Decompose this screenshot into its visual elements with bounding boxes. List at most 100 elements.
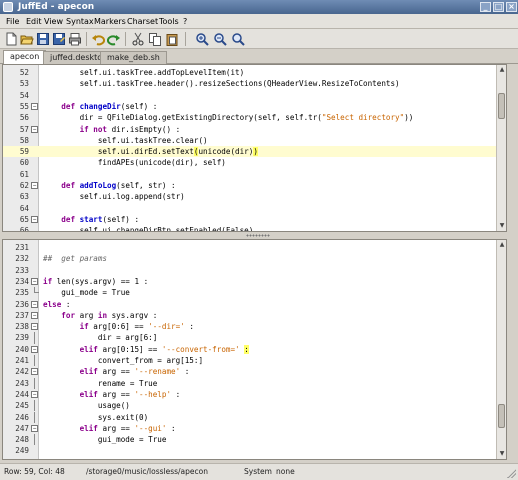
vertical-scrollbar[interactable]: ▲ ▼ [496, 240, 506, 459]
scroll-thumb[interactable] [498, 93, 505, 119]
fold-toggle-icon[interactable]: − [31, 125, 38, 133]
line-number: 235 [15, 288, 29, 298]
minimize-icon[interactable]: _ [480, 2, 491, 12]
code-line[interactable]: 248 gui_mode = True [3, 434, 506, 446]
menu-charset[interactable]: Charset [127, 16, 158, 27]
code-line[interactable]: 242− elif arg == '--rename' : [3, 366, 506, 377]
code-line[interactable]: 238− if arg[0:6] == '--dir=' : [3, 321, 506, 332]
menu-markers[interactable]: Markers [94, 16, 126, 27]
code-line[interactable]: 64 [3, 203, 506, 214]
tab-bar: apecon juffed.desktop make_deb.sh [0, 49, 518, 65]
menu-tools[interactable]: Tools [159, 16, 179, 27]
code-line[interactable]: 243 rename = True [3, 377, 506, 389]
code-text: elif arg[0:15] == '--convert-from=' : [79, 344, 249, 354]
fold-toggle-icon[interactable]: − [31, 277, 38, 285]
code-line[interactable]: 62− def addToLog(self, str) : [3, 180, 506, 191]
code-line[interactable]: 55− def changeDir(self) : [3, 101, 506, 112]
new-file-icon[interactable] [4, 32, 18, 46]
app-icon[interactable] [3, 2, 13, 12]
code-line[interactable]: 54 [3, 90, 506, 101]
code-text: if len(sys.argv) == 1 : [43, 276, 149, 286]
editor-pane-bottom[interactable]: 231 232 ## get params 233 234− if len(sys.arg… [2, 239, 507, 460]
code-text: def changeDir(self) : [61, 101, 158, 111]
code-line[interactable]: 66 self.ui.changeDirBtn.setEnabled(False… [3, 225, 506, 231]
code-text: dir = arg[6:] [43, 333, 158, 343]
print-icon[interactable] [68, 32, 82, 46]
fold-line-icon [34, 287, 39, 294]
menu-edit[interactable]: Edit [26, 16, 42, 27]
fold-toggle-icon[interactable]: − [31, 102, 38, 110]
code-line[interactable]: 61 [3, 169, 506, 180]
resize-grip-icon[interactable] [507, 469, 516, 478]
code-line[interactable]: 246 sys.exit(0) [3, 411, 506, 423]
zoom-in-icon[interactable] [195, 32, 209, 46]
code-line[interactable]: 247− elif arg == '--gui' : [3, 423, 506, 434]
vertical-scrollbar[interactable]: ▲ ▼ [496, 65, 506, 231]
fold-toggle-icon[interactable]: − [31, 345, 38, 353]
zoom-reset-icon[interactable] [231, 32, 245, 46]
zoom-out-icon[interactable] [213, 32, 227, 46]
tab-make-deb[interactable]: make_deb.sh [100, 51, 167, 64]
code-line[interactable]: 59 self.ui.dirEd.setText(unicode(dir)) [3, 146, 506, 158]
scroll-thumb[interactable] [498, 404, 505, 428]
line-number: 247 [15, 423, 29, 433]
code-line[interactable]: 231 [3, 242, 506, 253]
undo-icon[interactable] [91, 32, 105, 46]
fold-toggle-icon[interactable]: − [31, 323, 38, 331]
fold-toggle-icon[interactable]: − [31, 368, 38, 376]
save-icon[interactable] [36, 32, 50, 46]
code-line[interactable]: 60 findAPEs(unicode(dir), self) [3, 157, 506, 168]
code-line[interactable]: 56 dir = QFileDialog.getExistingDirector… [3, 112, 506, 123]
split-handle[interactable] [0, 232, 518, 239]
copy-icon[interactable] [148, 32, 162, 46]
save-as-icon[interactable] [52, 32, 66, 46]
menu-view[interactable]: View [44, 16, 63, 27]
code-line[interactable]: 232 ## get params [3, 253, 506, 264]
code-line[interactable]: 249 [3, 445, 506, 456]
maximize-icon[interactable]: □ [493, 2, 504, 12]
code-text: for arg in sys.argv : [61, 310, 158, 320]
fold-toggle-icon[interactable]: − [31, 182, 38, 189]
code-line[interactable]: 57− if not dir.isEmpty() : [3, 124, 506, 135]
paste-icon[interactable] [165, 32, 179, 46]
fold-toggle-icon[interactable]: − [31, 311, 38, 319]
menu-syntax[interactable]: Syntax [66, 16, 94, 27]
tab-apecon[interactable]: apecon [3, 50, 47, 65]
code-line[interactable]: 58 self.ui.taskTree.clear() [3, 135, 506, 146]
menu-file[interactable]: File [6, 16, 19, 27]
code-line[interactable]: 245 usage() [3, 400, 506, 412]
code-line[interactable]: 234− if len(sys.argv) == 1 : [3, 276, 506, 287]
cut-icon[interactable] [131, 32, 145, 46]
editor-pane-top[interactable]: 52 self.ui.taskTree.addTopLevelItem(it) 5… [2, 64, 507, 232]
fold-toggle-icon[interactable]: − [31, 390, 38, 398]
title-bar[interactable]: JuffEd - apecon _ □ × [0, 0, 518, 14]
code-line[interactable]: 241 convert_from = arg[15:] [3, 355, 506, 367]
scroll-down-icon[interactable]: ▼ [498, 450, 506, 458]
code-line[interactable]: 240− elif arg[0:15] == '--convert-from='… [3, 344, 506, 355]
toolbar [0, 29, 518, 49]
code-line[interactable]: 250 [3, 457, 506, 459]
close-icon[interactable]: × [506, 2, 517, 12]
fold-toggle-icon[interactable]: − [31, 300, 38, 308]
scroll-up-icon[interactable]: ▲ [498, 241, 506, 249]
code-line[interactable]: 235 gui_mode = True [3, 287, 506, 298]
code-line[interactable]: 244− elif arg == '--help' : [3, 389, 506, 400]
code-line[interactable]: 52 self.ui.taskTree.addTopLevelItem(it) [3, 67, 506, 78]
fold-toggle-icon[interactable]: − [31, 424, 38, 432]
code-line[interactable]: 239 dir = arg[6:] [3, 332, 506, 344]
menu-help[interactable]: ? [183, 16, 187, 27]
scroll-down-icon[interactable]: ▼ [498, 222, 506, 230]
code-line[interactable]: 65− def start(self) : [3, 214, 506, 225]
open-file-icon[interactable] [20, 32, 34, 46]
code-line[interactable]: 233 [3, 265, 506, 276]
code-line[interactable]: 237− for arg in sys.argv : [3, 310, 506, 321]
scroll-up-icon[interactable]: ▲ [498, 66, 506, 74]
code-line[interactable]: 236− else : [3, 299, 506, 310]
redo-icon[interactable] [107, 32, 121, 46]
code-line[interactable]: 63 self.ui.log.append(str) [3, 191, 506, 202]
code-text: self.ui.taskTree.header().resizeSections… [43, 79, 400, 89]
fold-toggle-icon[interactable]: − [31, 215, 38, 223]
line-number: 250 [3, 457, 29, 459]
code-line[interactable]: 53 self.ui.taskTree.header().resizeSecti… [3, 78, 506, 89]
line-number: 239 [15, 333, 29, 343]
